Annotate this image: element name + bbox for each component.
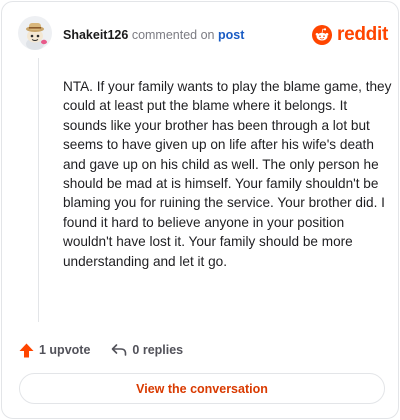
username-link[interactable]: Shakeit126 <box>63 28 128 42</box>
post-link[interactable]: post <box>218 28 244 42</box>
upvote-button[interactable]: 1 upvote <box>18 342 90 359</box>
reddit-logo[interactable]: reddit <box>312 22 388 48</box>
reddit-wordmark: reddit <box>337 24 388 45</box>
upvote-count: 1 upvote <box>39 343 91 357</box>
comment-actions: 1 upvote 0 replies <box>18 339 183 361</box>
snoo-avatar-icon <box>26 23 47 50</box>
thread-line <box>38 58 39 322</box>
commented-on-text: commented on <box>131 28 215 42</box>
replies-button[interactable]: 0 replies <box>110 342 183 358</box>
reddit-snoo-icon <box>312 24 333 46</box>
user-avatar[interactable] <box>18 16 52 50</box>
upvote-arrow-icon <box>19 343 34 357</box>
reply-arrow-icon <box>112 344 127 356</box>
view-conversation-button[interactable]: View the conversation <box>19 373 385 404</box>
comment-embed-card: Shakeit126 commented on post reddit NTA.… <box>1 1 399 419</box>
comment-body: NTA. If your family wants to play the bl… <box>63 79 392 269</box>
replies-count: 0 replies <box>132 343 184 357</box>
comment-header: Shakeit126 commented on post <box>63 27 244 43</box>
